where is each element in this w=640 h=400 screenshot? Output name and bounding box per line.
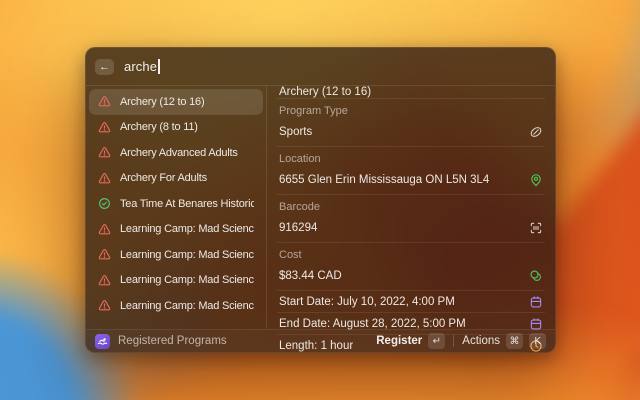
detail-value: 916294 bbox=[279, 222, 317, 234]
list-item[interactable]: Archery Advanced Adults bbox=[89, 140, 263, 166]
launcher-window: ← arche Archery (12 to 16) Archery (8 to… bbox=[85, 47, 556, 353]
detail-value: 6655 Glen Erin Mississauga ON L5N 3L4 bbox=[279, 174, 489, 186]
list-item-label: Archery Advanced Adults bbox=[120, 147, 238, 159]
k-key-badge: K bbox=[529, 333, 546, 349]
warning-icon bbox=[98, 172, 111, 185]
list-item[interactable]: Learning Camp: Mad Science -... bbox=[89, 242, 263, 268]
detail-section-cost: Cost $83.44 CAD bbox=[277, 243, 545, 290]
list-item[interactable]: Archery (8 to 11) bbox=[89, 115, 263, 141]
detail-label: Program Type bbox=[279, 105, 543, 117]
detail-section-barcode: Barcode 916294 bbox=[277, 195, 545, 242]
detail-title: Archery (12 to 16) bbox=[277, 86, 545, 98]
registered-programs-app-icon bbox=[95, 334, 110, 349]
list-item[interactable]: Learning Camp: Mad Science -... bbox=[89, 217, 263, 243]
list-item-label: Tea Time At Benares Historic Ho... bbox=[120, 198, 254, 210]
detail-label: Location bbox=[279, 153, 543, 165]
detail-value: Sports bbox=[279, 126, 312, 138]
list-item-label: Archery (8 to 11) bbox=[120, 121, 198, 133]
text-caret bbox=[158, 59, 160, 74]
warning-icon bbox=[98, 146, 111, 159]
list-item[interactable]: Learning Camp: Mad Science -... bbox=[89, 268, 263, 294]
list-item-label: Learning Camp: Mad Science -... bbox=[120, 223, 254, 235]
warning-icon bbox=[98, 95, 111, 108]
detail-section-program-type: Program Type Sports bbox=[277, 99, 545, 146]
warning-icon bbox=[98, 223, 111, 236]
extension-name: Registered Programs bbox=[118, 335, 227, 347]
detail-value: $83.44 CAD bbox=[279, 270, 342, 282]
footer-bar: Registered Programs Register ↵ Actions ⌘… bbox=[86, 329, 555, 352]
actions-button[interactable]: Actions bbox=[462, 335, 500, 347]
warning-icon bbox=[98, 274, 111, 287]
detail-section-location: Location 6655 Glen Erin Mississauga ON L… bbox=[277, 147, 545, 194]
back-button[interactable]: ← bbox=[95, 59, 114, 75]
list-item-label: Archery (12 to 16) bbox=[120, 96, 204, 108]
detail-label: Cost bbox=[279, 249, 543, 261]
list-item[interactable]: Tea Time At Benares Historic Ho... bbox=[89, 191, 263, 217]
detail-row-start-date: Start Date: July 10, 2022, 4:00 PM bbox=[277, 291, 545, 312]
detail-label: Barcode bbox=[279, 201, 543, 213]
list-item[interactable]: Archery (12 to 16) bbox=[89, 89, 263, 115]
list-item-label: Learning Camp: Mad Science -... bbox=[120, 249, 254, 261]
list-item[interactable]: Archery For Adults bbox=[89, 166, 263, 192]
barcode-scan-icon bbox=[529, 221, 543, 235]
location-pin-icon bbox=[529, 173, 543, 187]
warning-icon bbox=[98, 248, 111, 261]
sport-ball-icon bbox=[529, 125, 543, 139]
warning-icon bbox=[98, 299, 111, 312]
search-query-text: arche bbox=[124, 59, 157, 74]
list-item-label: Archery For Adults bbox=[120, 172, 207, 184]
back-arrow-icon: ← bbox=[99, 61, 110, 73]
command-key-badge: ⌘ bbox=[506, 333, 523, 349]
register-button[interactable]: Register bbox=[376, 335, 422, 347]
list-item[interactable]: Learning Camp: Mad Science -... bbox=[89, 293, 263, 319]
check-circle-icon bbox=[98, 197, 111, 210]
detail-value: End Date: August 28, 2022, 5:00 PM bbox=[279, 318, 466, 330]
detail-panel: Archery (12 to 16) Program Type Sports L… bbox=[267, 86, 555, 329]
search-bar: ← arche bbox=[86, 48, 555, 85]
detail-value: Start Date: July 10, 2022, 4:00 PM bbox=[279, 296, 455, 308]
search-input[interactable]: arche bbox=[124, 59, 160, 74]
return-key-badge: ↵ bbox=[428, 333, 445, 349]
calendar-icon bbox=[529, 295, 543, 309]
coins-icon bbox=[529, 269, 543, 283]
list-item-label: Learning Camp: Mad Science -... bbox=[120, 300, 254, 312]
results-list: Archery (12 to 16) Archery (8 to 11) Arc… bbox=[86, 86, 266, 329]
list-item-label: Learning Camp: Mad Science -... bbox=[120, 274, 254, 286]
divider bbox=[453, 335, 454, 347]
warning-icon bbox=[98, 121, 111, 134]
